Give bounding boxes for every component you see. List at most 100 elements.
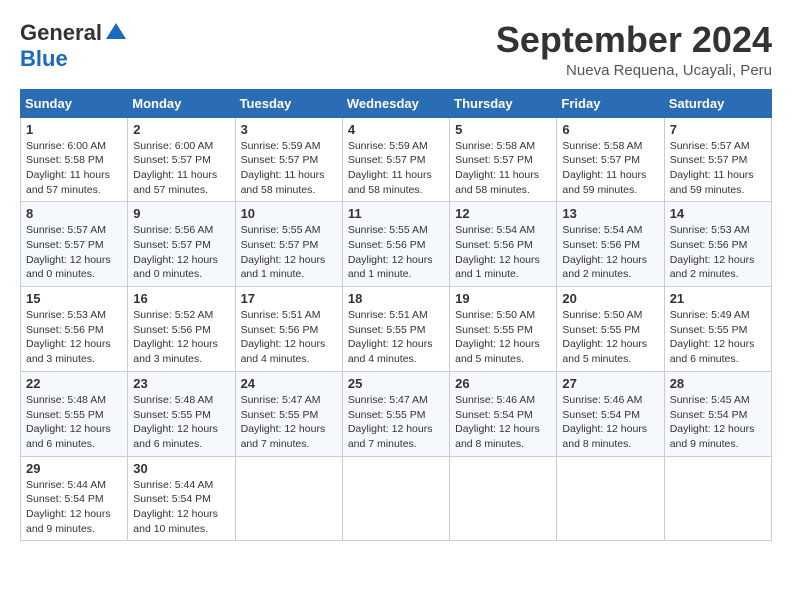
calendar-cell: 21 Sunrise: 5:49 AMSunset: 5:55 PMDayligh…	[664, 287, 771, 372]
day-number: 19	[455, 291, 551, 306]
location: Nueva Requena, Ucayali, Peru	[496, 62, 772, 79]
day-info: Sunrise: 5:59 AMSunset: 5:57 PMDaylight:…	[348, 139, 444, 198]
column-header-sunday: Sunday	[21, 89, 128, 117]
calendar-cell: 11 Sunrise: 5:55 AMSunset: 5:56 PMDayligh…	[342, 202, 449, 287]
day-info: Sunrise: 5:55 AMSunset: 5:57 PMDaylight:…	[241, 223, 337, 282]
calendar-cell: 17Sunrise: 5:51 AMSunset: 5:56 PMDayligh…	[235, 287, 342, 372]
calendar-cell: 2 Sunrise: 6:00 AMSunset: 5:57 PMDaylight…	[128, 117, 235, 202]
day-info: Sunrise: 5:55 AMSunset: 5:56 PMDaylight:…	[348, 223, 444, 282]
calendar-week-row: 8 Sunrise: 5:57 AMSunset: 5:57 PMDaylight…	[21, 202, 772, 287]
calendar-cell: 15 Sunrise: 5:53 AMSunset: 5:56 PMDayligh…	[21, 287, 128, 372]
column-header-saturday: Saturday	[664, 89, 771, 117]
calendar-week-row: 29 Sunrise: 5:44 AMSunset: 5:54 PMDayligh…	[21, 456, 772, 541]
day-number: 13	[562, 206, 658, 221]
day-number: 7	[670, 122, 766, 137]
calendar-cell: 14 Sunrise: 5:53 AMSunset: 5:56 PMDayligh…	[664, 202, 771, 287]
day-info: Sunrise: 5:53 AMSunset: 5:56 PMDaylight:…	[26, 308, 122, 367]
column-header-thursday: Thursday	[450, 89, 557, 117]
day-number: 28	[670, 376, 766, 391]
calendar-cell: 19 Sunrise: 5:50 AMSunset: 5:55 PMDayligh…	[450, 287, 557, 372]
day-info: Sunrise: 5:53 AMSunset: 5:56 PMDaylight:…	[670, 223, 766, 282]
calendar-cell	[235, 456, 342, 541]
day-info: Sunrise: 5:50 AMSunset: 5:55 PMDaylight:…	[562, 308, 658, 367]
calendar-cell: 30 Sunrise: 5:44 AMSunset: 5:54 PMDayligh…	[128, 456, 235, 541]
day-info: Sunrise: 5:45 AMSunset: 5:54 PMDaylight:…	[670, 393, 766, 452]
day-info: Sunrise: 6:00 AMSunset: 5:57 PMDaylight:…	[133, 139, 229, 198]
column-header-friday: Friday	[557, 89, 664, 117]
calendar-cell	[664, 456, 771, 541]
calendar-cell: 18Sunrise: 5:51 AMSunset: 5:55 PMDayligh…	[342, 287, 449, 372]
day-number: 20	[562, 291, 658, 306]
day-info: Sunrise: 5:57 AMSunset: 5:57 PMDaylight:…	[26, 223, 122, 282]
day-number: 22	[26, 376, 122, 391]
calendar-cell: 10 Sunrise: 5:55 AMSunset: 5:57 PMDayligh…	[235, 202, 342, 287]
day-number: 2	[133, 122, 229, 137]
calendar-cell: 1 Sunrise: 6:00 AMSunset: 5:58 PMDaylight…	[21, 117, 128, 202]
day-number: 10	[241, 206, 337, 221]
column-header-wednesday: Wednesday	[342, 89, 449, 117]
calendar-week-row: 15 Sunrise: 5:53 AMSunset: 5:56 PMDayligh…	[21, 287, 772, 372]
calendar-cell: 26Sunrise: 5:46 AMSunset: 5:54 PMDayligh…	[450, 371, 557, 456]
day-info: Sunrise: 5:49 AMSunset: 5:55 PMDaylight:…	[670, 308, 766, 367]
day-info: Sunrise: 5:57 AMSunset: 5:57 PMDaylight:…	[670, 139, 766, 198]
calendar-cell: 16 Sunrise: 5:52 AMSunset: 5:56 PMDayligh…	[128, 287, 235, 372]
day-number: 30	[133, 461, 229, 476]
day-number: 11	[348, 206, 444, 221]
calendar-cell: 27 Sunrise: 5:46 AMSunset: 5:54 PMDayligh…	[557, 371, 664, 456]
day-number: 23	[133, 376, 229, 391]
day-number: 6	[562, 122, 658, 137]
day-number: 1	[26, 122, 122, 137]
calendar-cell: 20 Sunrise: 5:50 AMSunset: 5:55 PMDayligh…	[557, 287, 664, 372]
calendar-cell: 12 Sunrise: 5:54 AMSunset: 5:56 PMDayligh…	[450, 202, 557, 287]
calendar-cell: 25 Sunrise: 5:47 AMSunset: 5:55 PMDayligh…	[342, 371, 449, 456]
calendar-cell: 9 Sunrise: 5:56 AMSunset: 5:57 PMDaylight…	[128, 202, 235, 287]
calendar-cell	[557, 456, 664, 541]
day-number: 24	[241, 376, 337, 391]
day-number: 9	[133, 206, 229, 221]
day-info: Sunrise: 5:52 AMSunset: 5:56 PMDaylight:…	[133, 308, 229, 367]
day-info: Sunrise: 5:48 AMSunset: 5:55 PMDaylight:…	[133, 393, 229, 452]
day-number: 5	[455, 122, 551, 137]
logo-blue: Blue	[20, 46, 68, 72]
day-info: Sunrise: 5:54 AMSunset: 5:56 PMDaylight:…	[455, 223, 551, 282]
calendar-cell: 4Sunrise: 5:59 AMSunset: 5:57 PMDaylight…	[342, 117, 449, 202]
day-number: 15	[26, 291, 122, 306]
day-info: Sunrise: 6:00 AMSunset: 5:58 PMDaylight:…	[26, 139, 122, 198]
day-number: 12	[455, 206, 551, 221]
day-info: Sunrise: 5:58 AMSunset: 5:57 PMDaylight:…	[562, 139, 658, 198]
column-header-monday: Monday	[128, 89, 235, 117]
day-number: 16	[133, 291, 229, 306]
day-info: Sunrise: 5:54 AMSunset: 5:56 PMDaylight:…	[562, 223, 658, 282]
calendar-cell: 24Sunrise: 5:47 AMSunset: 5:55 PMDayligh…	[235, 371, 342, 456]
day-info: Sunrise: 5:44 AMSunset: 5:54 PMDaylight:…	[133, 478, 229, 537]
day-number: 8	[26, 206, 122, 221]
logo-icon	[104, 21, 128, 45]
day-info: Sunrise: 5:46 AMSunset: 5:54 PMDaylight:…	[455, 393, 551, 452]
logo: General Blue	[20, 20, 128, 72]
day-number: 29	[26, 461, 122, 476]
day-number: 27	[562, 376, 658, 391]
calendar-cell: 22 Sunrise: 5:48 AMSunset: 5:55 PMDayligh…	[21, 371, 128, 456]
day-info: Sunrise: 5:56 AMSunset: 5:57 PMDaylight:…	[133, 223, 229, 282]
calendar-week-row: 22 Sunrise: 5:48 AMSunset: 5:55 PMDayligh…	[21, 371, 772, 456]
day-info: Sunrise: 5:44 AMSunset: 5:54 PMDaylight:…	[26, 478, 122, 537]
calendar-cell: 3Sunrise: 5:59 AMSunset: 5:57 PMDaylight…	[235, 117, 342, 202]
day-info: Sunrise: 5:50 AMSunset: 5:55 PMDaylight:…	[455, 308, 551, 367]
day-info: Sunrise: 5:47 AMSunset: 5:55 PMDaylight:…	[348, 393, 444, 452]
calendar-cell: 28 Sunrise: 5:45 AMSunset: 5:54 PMDayligh…	[664, 371, 771, 456]
day-info: Sunrise: 5:46 AMSunset: 5:54 PMDaylight:…	[562, 393, 658, 452]
day-number: 21	[670, 291, 766, 306]
day-number: 14	[670, 206, 766, 221]
day-info: Sunrise: 5:51 AMSunset: 5:55 PMDaylight:…	[348, 308, 444, 367]
calendar-cell: 13 Sunrise: 5:54 AMSunset: 5:56 PMDayligh…	[557, 202, 664, 287]
day-number: 25	[348, 376, 444, 391]
day-number: 3	[241, 122, 337, 137]
calendar-cell: 5Sunrise: 5:58 AMSunset: 5:57 PMDaylight…	[450, 117, 557, 202]
month-title: September 2024	[496, 20, 772, 60]
calendar-cell	[450, 456, 557, 541]
title-section: September 2024 Nueva Requena, Ucayali, P…	[496, 20, 772, 79]
page-header: General Blue September 2024 Nueva Requen…	[20, 20, 772, 79]
day-info: Sunrise: 5:48 AMSunset: 5:55 PMDaylight:…	[26, 393, 122, 452]
calendar-cell: 8 Sunrise: 5:57 AMSunset: 5:57 PMDaylight…	[21, 202, 128, 287]
calendar-table: SundayMondayTuesdayWednesdayThursdayFrid…	[20, 89, 772, 542]
